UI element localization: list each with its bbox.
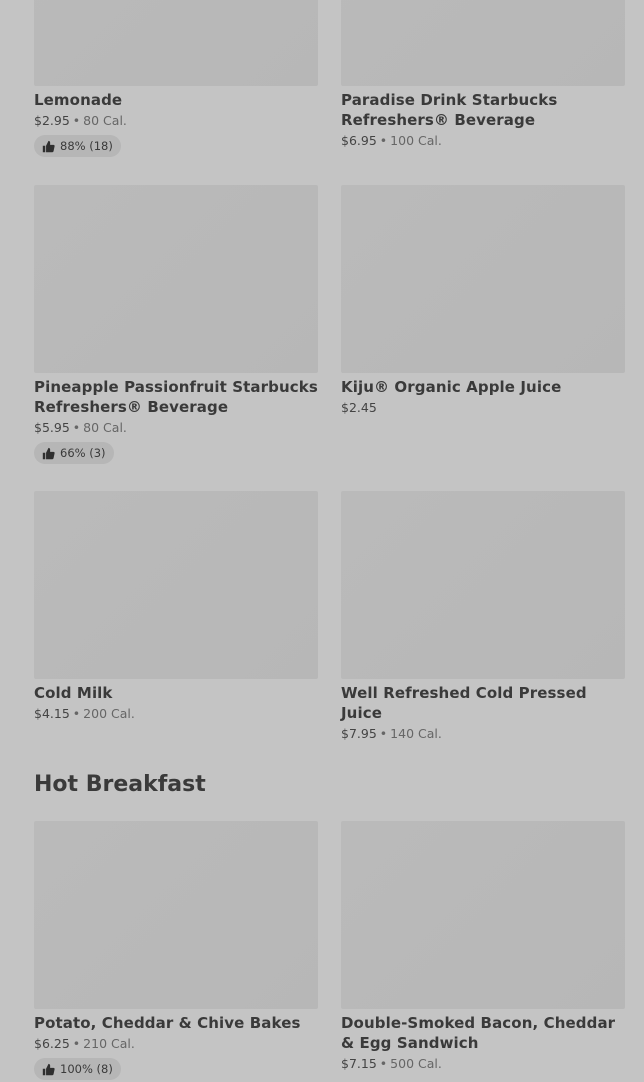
menu-item-price: $7.15 bbox=[341, 1056, 377, 1071]
menu-item-image[interactable] bbox=[34, 0, 318, 86]
menu-item-meta: $6.25 • 210 Cal. bbox=[34, 1035, 318, 1053]
menu-item-card[interactable]: Kiju® Organic Apple Juice $2.45 bbox=[341, 185, 625, 417]
section-title: Hot Breakfast bbox=[34, 772, 206, 797]
rating-text: 66% (3) bbox=[60, 446, 106, 460]
menu-item-image[interactable] bbox=[34, 185, 318, 373]
menu-item-meta: $6.95 • 100 Cal. bbox=[341, 132, 625, 150]
thumbs-up-icon bbox=[42, 447, 55, 459]
rating-badge: 100% (8) bbox=[34, 1058, 121, 1080]
menu-item-calories: 200 Cal. bbox=[83, 706, 135, 721]
rating-badge: 66% (3) bbox=[34, 442, 114, 464]
rating-text: 88% (18) bbox=[60, 139, 113, 153]
separator-dot: • bbox=[72, 1036, 81, 1051]
separator-dot: • bbox=[72, 113, 81, 128]
rating-badge: 88% (18) bbox=[34, 135, 121, 157]
menu-item-name: Well Refreshed Cold Pressed Juice bbox=[341, 684, 587, 722]
menu-item-card[interactable]: Well Refreshed Cold Pressed Juice $7.95 •… bbox=[341, 491, 625, 743]
menu-item-price: $2.95 bbox=[34, 113, 70, 128]
menu-item-card[interactable]: Paradise Drink Starbucks Refreshers® Bev… bbox=[341, 0, 625, 150]
menu-item-calories: 140 Cal. bbox=[390, 726, 442, 741]
menu-item-meta: $5.95 • 80 Cal. bbox=[34, 419, 318, 437]
menu-item-card[interactable]: Potato, Cheddar & Chive Bakes $6.25 • 210 … bbox=[34, 821, 318, 1080]
menu-item-meta: $2.95 • 80 Cal. bbox=[34, 112, 318, 130]
menu-item-name: Paradise Drink Starbucks Refreshers® Bev… bbox=[341, 91, 558, 129]
menu-item-calories: 80 Cal. bbox=[83, 113, 127, 128]
menu-item-name: Potato, Cheddar & Chive Bakes bbox=[34, 1014, 301, 1032]
menu-item-image[interactable] bbox=[341, 491, 625, 679]
menu-item-image[interactable] bbox=[341, 185, 625, 373]
menu-item-calories: 500 Cal. bbox=[390, 1056, 442, 1071]
menu-item-card[interactable]: Cold Milk $4.15 • 200 Cal. bbox=[34, 491, 318, 723]
menu-item-meta: $4.15 • 200 Cal. bbox=[34, 705, 318, 723]
menu-item-card[interactable]: Pineapple Passionfruit Starbucks Refresh… bbox=[34, 185, 318, 464]
menu-item-image[interactable] bbox=[341, 0, 625, 86]
menu-item-price: $2.45 bbox=[341, 400, 377, 415]
menu-item-name: Double-Smoked Bacon, Cheddar & Egg Sandw… bbox=[341, 1014, 616, 1052]
menu-item-calories: 80 Cal. bbox=[83, 420, 127, 435]
thumbs-up-icon bbox=[42, 140, 55, 152]
separator-dot: • bbox=[379, 726, 388, 741]
menu-item-card[interactable]: Lemonade $2.95 • 80 Cal. 88% (18) bbox=[34, 0, 318, 157]
menu-item-meta: $2.45 bbox=[341, 399, 625, 417]
separator-dot: • bbox=[379, 133, 388, 148]
menu-item-price: $7.95 bbox=[341, 726, 377, 741]
menu-item-name: Cold Milk bbox=[34, 684, 113, 702]
thumbs-up-icon bbox=[42, 1063, 55, 1075]
menu-item-name: Pineapple Passionfruit Starbucks Refresh… bbox=[34, 378, 318, 416]
separator-dot: • bbox=[379, 1056, 388, 1071]
menu-item-meta: $7.95 • 140 Cal. bbox=[341, 725, 625, 743]
menu-item-price: $5.95 bbox=[34, 420, 70, 435]
menu-item-meta: $7.15 • 500 Cal. bbox=[341, 1055, 625, 1073]
rating-text: 100% (8) bbox=[60, 1062, 113, 1076]
separator-dot: • bbox=[72, 706, 81, 721]
menu-item-card[interactable]: Double-Smoked Bacon, Cheddar & Egg Sandw… bbox=[341, 821, 625, 1073]
menu-item-name: Lemonade bbox=[34, 91, 123, 109]
menu-item-price: $6.25 bbox=[34, 1036, 70, 1051]
menu-item-image[interactable] bbox=[341, 821, 625, 1009]
menu-item-image[interactable] bbox=[34, 821, 318, 1009]
menu-item-calories: 210 Cal. bbox=[83, 1036, 135, 1051]
menu-item-name: Kiju® Organic Apple Juice bbox=[341, 378, 562, 396]
separator-dot: • bbox=[72, 420, 81, 435]
menu-item-calories: 100 Cal. bbox=[390, 133, 442, 148]
menu-item-price: $4.15 bbox=[34, 706, 70, 721]
menu-item-image[interactable] bbox=[34, 491, 318, 679]
menu-page: Lemonade $2.95 • 80 Cal. 88% (18) Paradise… bbox=[0, 0, 644, 1082]
menu-item-price: $6.95 bbox=[341, 133, 377, 148]
